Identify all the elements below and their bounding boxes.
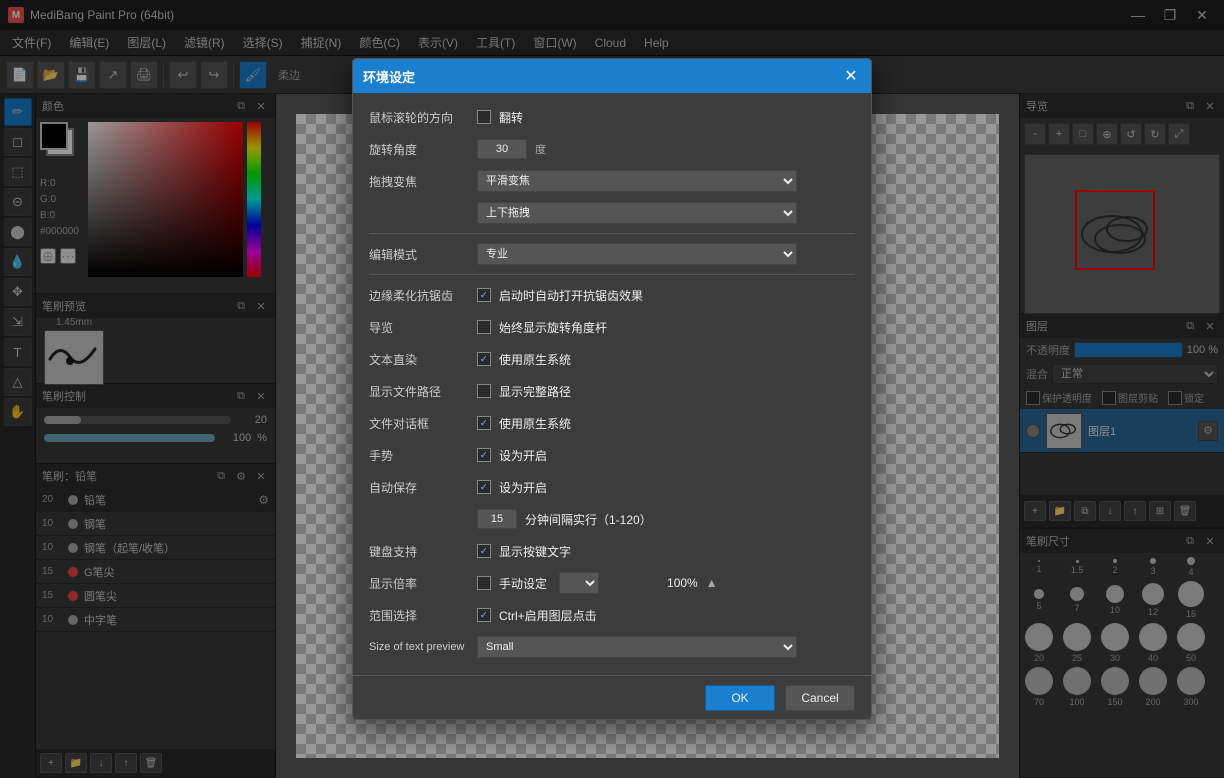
nav-checkbox[interactable]	[477, 320, 491, 334]
zoomrate-select[interactable]	[559, 572, 599, 594]
autosave-sub-text: 分钟间隔实行（1-120）	[525, 511, 652, 528]
rotation-input[interactable]	[477, 139, 527, 159]
modal-row-zoom: 拖拽变焦 平滑变焦 快速变焦	[369, 167, 855, 195]
modal-overlay: 环境设定 ✕ 鼠标滚轮的方向 翻转 旋转角度 度 拖拽变焦 平滑变焦 快速变	[0, 0, 1224, 778]
modal-title: 环境设定	[363, 67, 415, 86]
textrender-checkbox[interactable]	[477, 352, 491, 366]
zoom-select[interactable]: 平滑变焦 快速变焦	[477, 170, 797, 192]
modal-row-filepath: 显示文件路径 显示完整路径	[369, 377, 855, 405]
scroll-label: 鼠标滚轮的方向	[369, 109, 469, 126]
rotation-unit: 度	[535, 141, 546, 157]
textpreview-label: Size of text preview	[369, 641, 469, 653]
modal-title-bar: 环境设定 ✕	[353, 59, 871, 93]
scroll-text: 翻转	[499, 109, 523, 126]
filedialog-label: 文件对话框	[369, 415, 469, 432]
modal-body: 鼠标滚轮的方向 翻转 旋转角度 度 拖拽变焦 平滑变焦 快速变焦	[353, 93, 871, 675]
modal-row-autosave: 自动保存 设为开启	[369, 473, 855, 501]
antialias-text: 启动时自动打开抗锯齿效果	[499, 287, 643, 304]
rangeselect-text: Ctrl+启用图层点击	[499, 607, 597, 624]
modal-row-textrender: 文本直染 使用原生系统	[369, 345, 855, 373]
keyboard-checkbox[interactable]	[477, 544, 491, 558]
keyboard-text: 显示按键文字	[499, 543, 571, 560]
antialias-checkbox[interactable]	[477, 288, 491, 302]
modal-footer: OK Cancel	[353, 675, 871, 719]
gesture-checkbox[interactable]	[477, 448, 491, 462]
modal-row-rangeselect: 范围选择 Ctrl+启用图层点击	[369, 601, 855, 629]
zoom-label: 拖拽变焦	[369, 173, 469, 190]
gesture-text: 设为开启	[499, 447, 547, 464]
gesture-label: 手势	[369, 447, 469, 464]
modal-row-textpreview: Size of text preview Small Medium Large	[369, 633, 855, 661]
modal-row-drag: 上下拖拽 左右拖拽	[369, 199, 855, 227]
filepath-text: 显示完整路径	[499, 383, 571, 400]
zoomrate-label: 显示倍率	[369, 575, 469, 592]
modal-ok-btn[interactable]: OK	[705, 685, 775, 711]
autosave-checkbox[interactable]	[477, 480, 491, 494]
rangeselect-checkbox[interactable]	[477, 608, 491, 622]
drag-select[interactable]: 上下拖拽 左右拖拽	[477, 202, 797, 224]
modal-cancel-btn[interactable]: Cancel	[785, 685, 855, 711]
filedialog-checkbox[interactable]	[477, 416, 491, 430]
nav-text: 始终显示旋转角度杆	[499, 319, 607, 336]
modal-row-keyboard: 键盘支持 显示按键文字	[369, 537, 855, 565]
nav-label-modal: 导览	[369, 319, 469, 336]
modal-row-zoom-rate: 显示倍率 手动设定 100% ▲	[369, 569, 855, 597]
modal-row-gesture: 手势 设为开启	[369, 441, 855, 469]
filedialog-text: 使用原生系统	[499, 415, 571, 432]
zoomrate-arrows[interactable]: ▲	[706, 576, 718, 590]
modal-row-antialias: 边缘柔化抗锯齿 启动时自动打开抗锯齿效果	[369, 281, 855, 309]
modal-row-filedialog: 文件对话框 使用原生系统	[369, 409, 855, 437]
filepath-checkbox[interactable]	[477, 384, 491, 398]
zoomrate-checkbox[interactable]	[477, 576, 491, 590]
scroll-checkbox[interactable]	[477, 110, 491, 124]
modal-sep-1	[369, 233, 855, 234]
modal-close-btn[interactable]: ✕	[841, 66, 861, 86]
antialias-label-modal: 边缘柔化抗锯齿	[369, 287, 469, 304]
autosave-text: 设为开启	[499, 479, 547, 496]
modal-row-rotation: 旋转角度 度	[369, 135, 855, 163]
modal-row-nav: 导览 始终显示旋转角度杆	[369, 313, 855, 341]
textrender-text: 使用原生系统	[499, 351, 571, 368]
filepath-label: 显示文件路径	[369, 383, 469, 400]
keyboard-label: 键盘支持	[369, 543, 469, 560]
zoomrate-text: 手动设定	[499, 575, 547, 592]
modal-sep-2	[369, 274, 855, 275]
editmode-label: 编辑模式	[369, 246, 469, 263]
modal-row-editmode: 编辑模式 专业 简单	[369, 240, 855, 268]
textrender-label: 文本直染	[369, 351, 469, 368]
env-settings-modal: 环境设定 ✕ 鼠标滚轮的方向 翻转 旋转角度 度 拖拽变焦 平滑变焦 快速变	[352, 58, 872, 720]
rotation-label: 旋转角度	[369, 141, 469, 158]
editmode-select[interactable]: 专业 简单	[477, 243, 797, 265]
autosave-interval-input[interactable]	[477, 509, 517, 529]
zoomrate-val: 100%	[667, 576, 698, 590]
rangeselect-label: 范围选择	[369, 607, 469, 624]
textpreview-select[interactable]: Small Medium Large	[477, 636, 797, 658]
autosave-label: 自动保存	[369, 479, 469, 496]
modal-row-scroll: 鼠标滚轮的方向 翻转	[369, 103, 855, 131]
modal-row-autosave-sub: 分钟间隔实行（1-120）	[477, 505, 855, 533]
